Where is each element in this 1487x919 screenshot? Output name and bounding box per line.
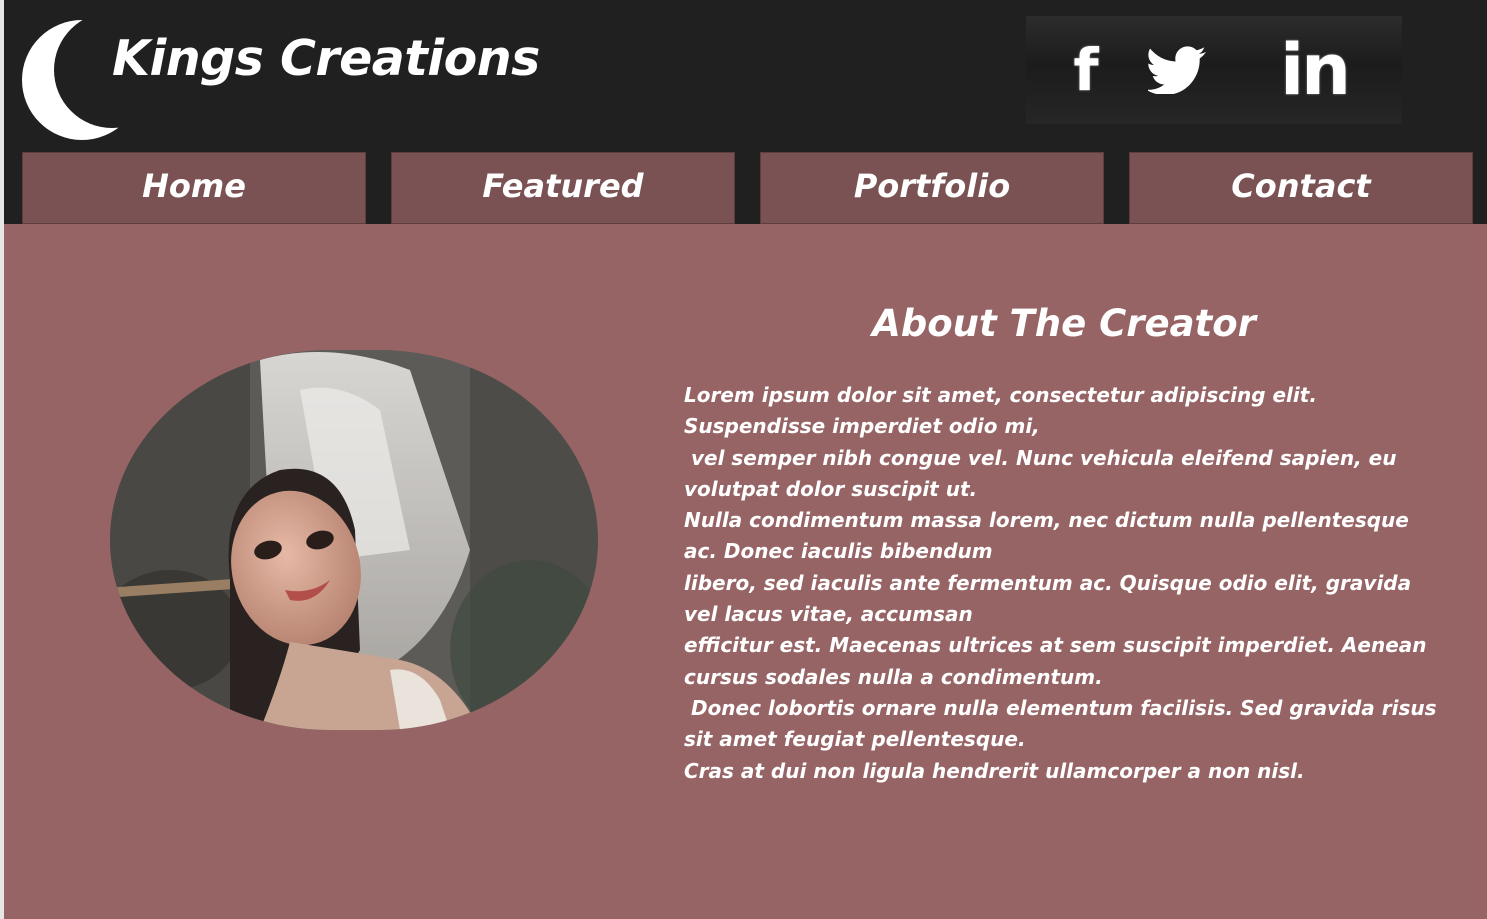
creator-photo-image [110, 350, 598, 730]
nav-home[interactable]: Home [22, 152, 366, 224]
about-line: Lorem ipsum dolor sit amet, consectetur … [684, 383, 1324, 439]
page: Kings Creations f in Home Featured Portf… [4, 0, 1487, 919]
nav-featured[interactable]: Featured [391, 152, 735, 224]
about-line: Donec lobortis ornare nulla elementum fa… [684, 695, 1444, 752]
about-line: efficitur est. Maecenas ultrices at sem … [684, 633, 1434, 689]
creator-photo [110, 350, 598, 730]
social-links: f in [1026, 16, 1402, 124]
about-line: libero, sed iaculis ante fermentum ac. Q… [684, 570, 1419, 627]
main-nav: Home Featured Portfolio Contact [22, 152, 1477, 224]
about-title: About The Creator [872, 302, 1256, 345]
nav-contact[interactable]: Contact [1129, 152, 1473, 224]
linkedin-icon[interactable]: in [1264, 16, 1364, 124]
twitter-bird-icon[interactable] [1138, 16, 1218, 124]
about-line: Cras at dui non ligula hendrerit ullamco… [684, 758, 1305, 783]
header: Kings Creations f in Home Featured Portf… [4, 0, 1487, 224]
site-title[interactable]: Kings Creations [112, 30, 540, 87]
facebook-icon[interactable]: f [1056, 16, 1116, 124]
about-line: Nulla condimentum massa lorem, nec dictu… [684, 508, 1416, 564]
nav-portfolio[interactable]: Portfolio [760, 152, 1104, 224]
about-text: Lorem ipsum dolor sit amet, consectetur … [684, 380, 1444, 787]
about-line: vel semper nibh congue vel. Nunc vehicul… [684, 445, 1404, 501]
